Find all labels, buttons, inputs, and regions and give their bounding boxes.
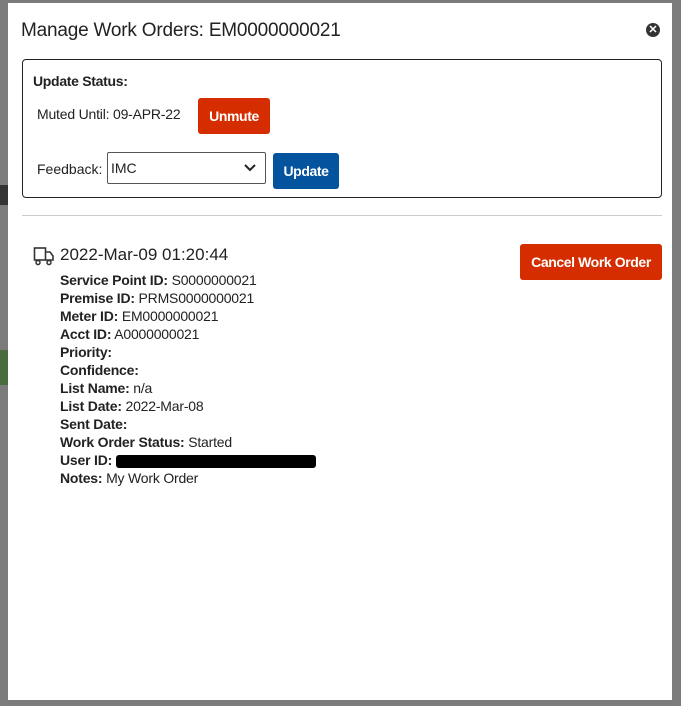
detail-label: List Date: (60, 398, 122, 414)
detail-row: Confidence: (60, 361, 316, 379)
detail-label: Service Point ID: (60, 272, 168, 288)
detail-row: Service Point ID: S0000000021 (60, 271, 316, 289)
detail-row: Work Order Status: Started (60, 433, 316, 451)
detail-row: Priority: (60, 343, 316, 361)
detail-row: Premise ID: PRMS0000000021 (60, 289, 316, 307)
detail-label: Notes: (60, 470, 103, 486)
detail-value: n/a (133, 380, 153, 396)
detail-value: PRMS0000000021 (138, 290, 255, 306)
divider (22, 215, 662, 216)
detail-label: Confidence: (60, 362, 139, 378)
detail-row: List Date: 2022-Mar-08 (60, 397, 316, 415)
update-status-heading: Update Status: (33, 73, 128, 89)
detail-row: List Name: n/a (60, 379, 316, 397)
redacted-user-id (115, 454, 316, 468)
muted-until-text: Muted Until: 09-APR-22 (37, 106, 181, 122)
detail-value: 2022-Mar-08 (125, 398, 204, 414)
feedback-label: Feedback: (37, 161, 103, 177)
detail-label: User ID: (60, 452, 113, 468)
update-button[interactable]: Update (273, 153, 339, 189)
detail-row: Acct ID: A0000000021 (60, 325, 316, 343)
manage-work-orders-dialog: Manage Work Orders: EM0000000021 ✕ Updat… (8, 3, 672, 700)
detail-label: Priority: (60, 344, 112, 360)
cancel-work-order-button[interactable]: Cancel Work Order (520, 244, 662, 280)
feedback-select[interactable]: IMC (107, 152, 266, 184)
detail-label: Sent Date: (60, 416, 128, 432)
background-page (0, 350, 8, 385)
detail-label: Premise ID: (60, 290, 135, 306)
detail-label: Meter ID: (60, 308, 119, 324)
detail-value: EM0000000021 (121, 308, 219, 324)
detail-label: List Name: (60, 380, 130, 396)
feedback-selected-value: IMC (111, 160, 137, 176)
dialog-title: Manage Work Orders: EM0000000021 (21, 20, 341, 41)
detail-label: Acct ID: (60, 326, 112, 342)
update-status-panel: Update Status: Muted Until: 09-APR-22 Un… (22, 59, 662, 198)
detail-row: Meter ID: EM0000000021 (60, 307, 316, 325)
detail-value: S0000000021 (171, 272, 257, 288)
detail-row: User ID: (60, 451, 316, 469)
detail-row: Sent Date: (60, 415, 316, 433)
close-icon[interactable]: ✕ (646, 23, 660, 37)
detail-value: A0000000021 (114, 326, 200, 342)
work-order-details: Service Point ID: S0000000021 Premise ID:… (60, 271, 316, 487)
detail-value: Started (188, 434, 232, 450)
background-page (0, 185, 8, 205)
detail-value: My Work Order (106, 470, 199, 486)
detail-row: Notes: My Work Order (60, 469, 316, 487)
truck-icon (33, 246, 55, 271)
unmute-button[interactable]: Unmute (198, 98, 270, 134)
work-order-timestamp: 2022-Mar-09 01:20:44 (60, 245, 229, 264)
chevron-down-icon (243, 157, 257, 180)
detail-label: Work Order Status: (60, 434, 185, 450)
